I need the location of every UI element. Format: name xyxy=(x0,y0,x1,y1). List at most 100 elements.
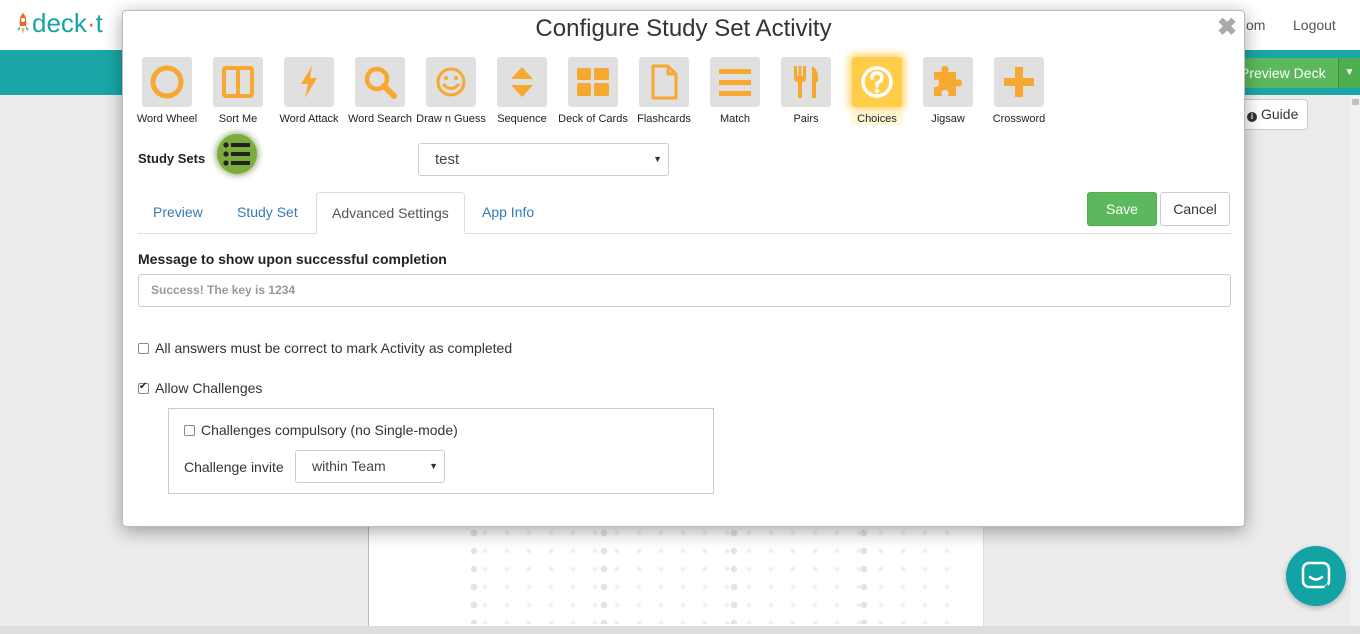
caret-down-icon: ▼ xyxy=(653,154,662,164)
close-icon[interactable]: ✖ xyxy=(1216,16,1238,40)
app-label: Pairs xyxy=(793,113,819,125)
app-label: Word Attack xyxy=(279,113,339,125)
app-choices[interactable]: Choices xyxy=(841,57,913,127)
app-label: Sequence xyxy=(497,113,547,125)
challenges-compulsory-label: Challenges compulsory (no Single-mode) xyxy=(201,422,458,438)
app-icon-bg xyxy=(426,57,476,107)
chat-icon xyxy=(1301,561,1331,591)
app-jigsaw[interactable]: Jigsaw xyxy=(912,57,984,125)
completion-message-label: Message to show upon successful completi… xyxy=(138,251,447,267)
top-link-partial[interactable]: om xyxy=(1246,17,1265,33)
app-label: Match xyxy=(720,113,750,125)
challenge-invite-selected: within Team xyxy=(312,458,386,474)
columns-icon xyxy=(222,66,254,98)
preview-deck-dropdown-toggle[interactable]: ▼ xyxy=(1338,58,1360,88)
all-correct-row: All answers must be correct to mark Acti… xyxy=(138,340,512,356)
guide-button[interactable]: i Guide xyxy=(1240,99,1308,130)
up-down-arrows-icon xyxy=(511,67,533,97)
app-icon-bg xyxy=(781,57,831,107)
tab-preview[interactable]: Preview xyxy=(138,192,218,233)
deck-logo[interactable]: deck·t xyxy=(16,8,103,39)
app-icon-bg xyxy=(355,57,405,107)
app-draw-n-guess[interactable]: Draw n Guess xyxy=(415,57,487,125)
app-label: Deck of Cards xyxy=(558,113,628,125)
app-crossword[interactable]: Crossword xyxy=(983,57,1055,125)
grid-cards-icon xyxy=(577,68,609,96)
challenge-options-panel: Challenges compulsory (no Single-mode) C… xyxy=(168,408,714,494)
challenge-invite-select[interactable]: within Team ▼ xyxy=(295,450,445,483)
study-set-select[interactable]: test ▼ xyxy=(418,143,669,176)
plus-icon xyxy=(1004,67,1034,97)
study-sets-label: Study Sets xyxy=(138,151,206,166)
app-icon-bg xyxy=(710,57,760,107)
logo-dot: · xyxy=(86,8,96,38)
app-pairs[interactable]: Pairs xyxy=(770,57,842,125)
caret-down-icon: ▼ xyxy=(429,461,438,471)
app-label: Choices xyxy=(851,113,903,125)
challenge-invite-label: Challenge invite xyxy=(184,459,284,475)
app-label: Flashcards xyxy=(637,113,691,125)
list-icon xyxy=(223,142,250,166)
document-icon xyxy=(651,64,678,100)
app-word-attack[interactable]: Word Attack xyxy=(273,57,345,125)
app-word-wheel[interactable]: Word Wheel xyxy=(131,57,203,125)
rocket-icon xyxy=(17,13,29,34)
logout-link[interactable]: Logout xyxy=(1293,17,1336,33)
tab-app-info[interactable]: App Info xyxy=(467,192,549,233)
page-scrollbar[interactable] xyxy=(1351,95,1360,634)
puzzle-icon xyxy=(934,66,962,96)
app-match[interactable]: Match xyxy=(699,57,771,125)
info-icon: i xyxy=(1247,112,1257,122)
app-label: Crossword xyxy=(992,113,1046,125)
app-icon-bg xyxy=(923,57,973,107)
smiley-icon xyxy=(436,67,466,97)
allow-challenges-checkbox[interactable] xyxy=(138,381,149,394)
logo-text: deck xyxy=(32,8,87,38)
modal-title: Configure Study Set Activity xyxy=(535,15,832,42)
allow-challenges-row: Allow Challenges xyxy=(138,380,262,396)
preview-deck-button[interactable]: Preview Deck xyxy=(1236,58,1338,88)
study-sets-list-button[interactable] xyxy=(217,134,257,174)
chat-launcher-button[interactable] xyxy=(1286,546,1346,606)
guide-label: Guide xyxy=(1261,106,1299,122)
app-label: Sort Me xyxy=(218,113,258,125)
logo-text-tail: t xyxy=(95,8,103,38)
app-icon-bg xyxy=(213,57,263,107)
app-deck-of-cards[interactable]: Deck of Cards xyxy=(557,57,629,125)
all-correct-checkbox[interactable] xyxy=(138,343,149,354)
app-icon-bg xyxy=(284,57,334,107)
tab-advanced-settings[interactable]: Advanced Settings xyxy=(316,192,465,234)
question-circle-icon xyxy=(861,66,893,98)
tab-study-set[interactable]: Study Set xyxy=(222,192,313,233)
app-label: Draw n Guess xyxy=(416,113,486,125)
save-button[interactable]: Save xyxy=(1087,192,1157,226)
canvas-dot-grid-faint xyxy=(474,524,954,624)
scrollbar-thumb[interactable] xyxy=(1352,99,1359,105)
app-icon-bg xyxy=(639,57,689,107)
all-correct-label: All answers must be correct to mark Acti… xyxy=(155,340,513,356)
app-icon-bg xyxy=(994,57,1044,107)
app-label: Jigsaw xyxy=(931,113,965,125)
study-set-selected: test xyxy=(435,151,460,168)
app-sort-me[interactable]: Sort Me xyxy=(202,57,274,125)
fork-knife-icon xyxy=(794,66,819,98)
app-flashcards[interactable]: Flashcards xyxy=(628,57,700,125)
app-icon-bg xyxy=(568,57,618,107)
app-label: Word Wheel xyxy=(136,113,198,125)
circle-icon xyxy=(150,65,184,99)
app-icon-bg-active xyxy=(852,57,902,107)
cancel-button[interactable]: Cancel xyxy=(1160,192,1230,226)
deck-canvas xyxy=(368,520,984,634)
hamburger-lines-icon xyxy=(719,69,751,96)
app-label: Word Search xyxy=(348,113,412,125)
completion-message-input[interactable]: Success! The key is 1234 xyxy=(138,274,1231,307)
configure-activity-modal: Configure Study Set Activity ✖ Word Whee… xyxy=(122,10,1245,527)
app-word-search[interactable]: Word Search xyxy=(344,57,416,125)
challenges-compulsory-checkbox[interactable] xyxy=(184,425,195,436)
app-icon-bg xyxy=(497,57,547,107)
app-icon-bg xyxy=(142,57,192,107)
bottom-strip xyxy=(0,626,1360,634)
allow-challenges-label: Allow Challenges xyxy=(155,380,263,396)
caret-down-icon: ▼ xyxy=(1344,67,1355,78)
app-sequence[interactable]: Sequence xyxy=(486,57,558,125)
